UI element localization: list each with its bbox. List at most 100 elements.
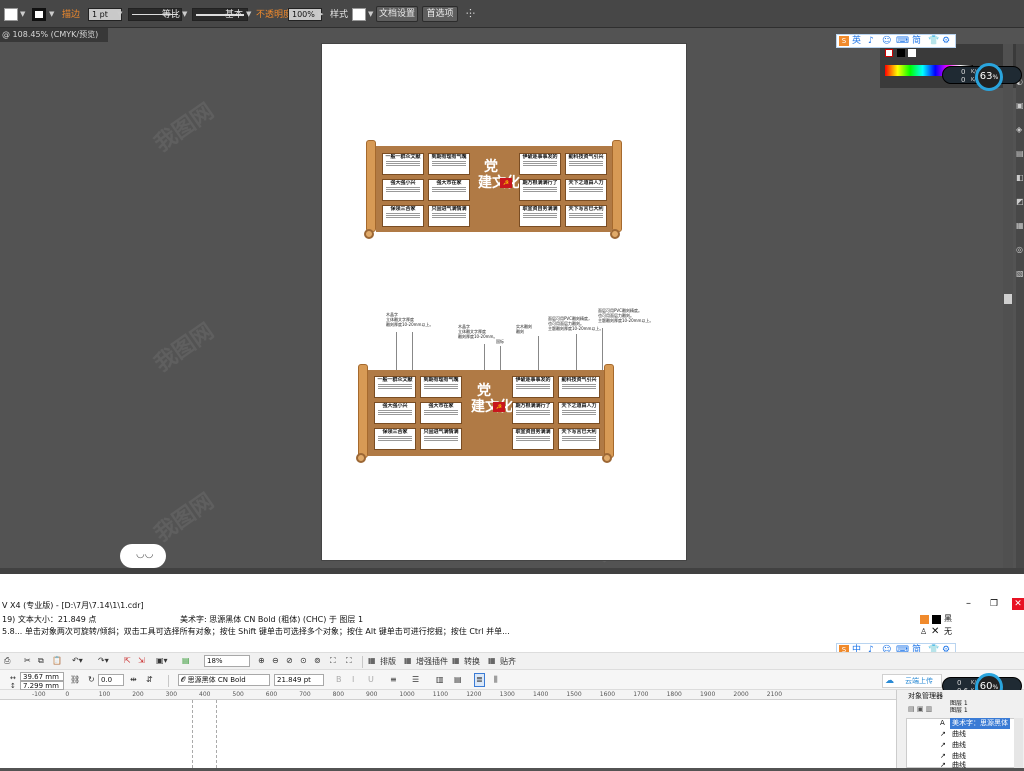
style-dropdown-icon[interactable]: ▼: [368, 9, 376, 19]
export-icon[interactable]: ⇲: [138, 655, 145, 667]
vertical-scrollbar[interactable]: [1003, 44, 1013, 569]
no-outline-icon[interactable]: ✕: [931, 626, 939, 638]
card: 职宣资自务满满: [519, 205, 561, 227]
lock-ratio-icon[interactable]: ⛓: [70, 674, 80, 686]
mirror-horizontal-icon[interactable]: ⇹: [130, 674, 137, 686]
font-size-select[interactable]: 21.849 pt: [274, 674, 324, 686]
menu-snap[interactable]: 贴齐: [500, 656, 516, 668]
none-color-icon[interactable]: [885, 49, 893, 57]
vertical-text-icon[interactable]: ⫼: [494, 674, 498, 686]
ime-settings-icon[interactable]: ⚙: [942, 35, 950, 47]
close-icon[interactable]: ✕: [1012, 598, 1024, 610]
graphic-style-swatch[interactable]: [352, 8, 366, 21]
font-family-select[interactable]: 𝓞 思源黑体 CN Bold: [178, 674, 270, 686]
memory-dial[interactable]: 63%: [975, 63, 1003, 91]
italic-icon[interactable]: I: [352, 674, 354, 686]
guide-line[interactable]: [216, 700, 217, 768]
zoom-all-icon[interactable]: ⊙: [300, 655, 307, 667]
zoom-selected-icon[interactable]: ⊘: [286, 655, 293, 667]
paste-icon[interactable]: 📋: [52, 655, 62, 667]
ime-skin-icon[interactable]: 👕: [928, 35, 939, 47]
cut-icon[interactable]: ✂: [24, 655, 31, 667]
print-icon[interactable]: ⎙: [4, 655, 10, 667]
fill-swatch[interactable]: [4, 8, 18, 21]
guide-line[interactable]: [192, 700, 193, 768]
restore-icon[interactable]: ❐: [990, 598, 998, 610]
ruler-tick-label: 400: [199, 691, 211, 698]
publish-pdf-icon[interactable]: ▣▾: [156, 655, 168, 667]
layer-name[interactable]: 图层 1: [950, 700, 968, 707]
ruler-tick-label: 900: [366, 691, 378, 698]
undo-icon[interactable]: ↶▾: [72, 655, 83, 667]
stroke-weight-dropdown-icon[interactable]: ▼: [117, 9, 125, 19]
preferences-button[interactable]: 首选项: [422, 6, 458, 22]
ime-simplified[interactable]: 简: [912, 35, 921, 47]
white-swatch[interactable]: [908, 49, 916, 57]
object-tree-scrollbar[interactable]: [1014, 718, 1023, 768]
more-options-icon[interactable]: ⸭: [466, 8, 475, 20]
upload-button[interactable]: ☁ 云端上传: [882, 674, 942, 688]
edit-text-icon[interactable]: ▤: [454, 674, 462, 686]
scrollbar-thumb[interactable]: [1004, 294, 1012, 304]
char-format-icon[interactable]: ▥: [436, 674, 444, 686]
redo-icon[interactable]: ↷▾: [98, 655, 109, 667]
menu-convert[interactable]: 转换: [464, 656, 480, 668]
ime-punctuation-icon[interactable]: ♪: [868, 35, 874, 47]
card: 天下写言已大利: [558, 428, 600, 450]
fill-color-swatch[interactable]: [932, 615, 941, 624]
curve-icon: ↗: [940, 761, 946, 769]
menu-layout[interactable]: 排版: [380, 656, 396, 668]
ruler-tick-label: 500: [232, 691, 244, 698]
height-field[interactable]: 7.299 mm: [20, 681, 64, 690]
stroke-label[interactable]: 描边: [62, 9, 80, 21]
upload-speed: 0: [957, 679, 962, 687]
import-icon[interactable]: ⇱: [124, 655, 131, 667]
document-setup-button[interactable]: 文档设置: [376, 6, 418, 22]
minimize-icon[interactable]: –: [966, 598, 971, 610]
zoom-in-icon[interactable]: ⊕: [258, 655, 265, 667]
width-field[interactable]: 39.67 mm: [20, 672, 64, 681]
profile-dropdown-icon[interactable]: ▼: [182, 9, 190, 19]
zoom-width-icon[interactable]: ⛶: [330, 655, 336, 667]
object-row[interactable]: 曲线: [952, 729, 966, 740]
ime-keyboard-icon[interactable]: ⌨: [896, 35, 909, 47]
horizontal-text-icon[interactable]: ≣: [474, 673, 485, 687]
black-swatch[interactable]: [897, 49, 905, 57]
ime-emoji-icon[interactable]: ☺: [882, 35, 891, 47]
ime-toolbar[interactable]: S 英 ♪ ☺ ⌨ 简 👕 ⚙: [836, 34, 956, 48]
opacity-field[interactable]: 100%: [288, 8, 322, 21]
panel-icons[interactable]: ◐ ▣ ◈ ▤ ◧ ◩ ▦ ◎ ▧: [1016, 70, 1024, 286]
align-icon[interactable]: ≡: [390, 674, 397, 686]
opacity-label[interactable]: 不透明度: [256, 9, 292, 21]
mirror-vertical-icon[interactable]: ⇵: [146, 674, 153, 686]
scroll-rod-right: [604, 364, 614, 458]
card: 职宣资自务满满: [512, 428, 554, 450]
card: 天下之道由人力: [565, 179, 607, 201]
menu-plugins[interactable]: 增强插件: [416, 656, 448, 668]
zoom-out-icon[interactable]: ⊖: [272, 655, 279, 667]
layer-name[interactable]: 图层 1: [950, 707, 968, 714]
copy-icon[interactable]: ⧉: [38, 655, 44, 667]
zoom-level-select[interactable]: 18%: [204, 655, 250, 667]
app-launcher-icon[interactable]: ▤: [182, 655, 190, 667]
fill-dropdown-icon[interactable]: ▼: [20, 9, 28, 19]
card: 强大强小兴: [382, 179, 424, 201]
zoom-height-icon[interactable]: ⛶: [346, 655, 352, 667]
brush-dropdown-icon[interactable]: ▼: [246, 9, 254, 19]
bold-icon[interactable]: B: [336, 674, 342, 686]
document-tab[interactable]: @ 108.45% (CMYK/预览): [0, 28, 108, 42]
artboard[interactable]: [322, 44, 686, 560]
angle-field[interactable]: 0.0: [98, 674, 124, 686]
stroke-dropdown-icon[interactable]: ▼: [49, 9, 57, 19]
object-manager-toolbar-icons[interactable]: ▤ ▣ ▥: [908, 704, 932, 715]
zoom-page-icon[interactable]: ⊚: [314, 655, 321, 667]
stroke-swatch[interactable]: [32, 8, 46, 21]
ime-language[interactable]: 英: [852, 35, 861, 47]
scroll-rod-right: [612, 140, 622, 232]
bullet-icon[interactable]: ☰: [412, 674, 419, 686]
object-row-selected[interactable]: 美术字：思源黑体: [950, 718, 1010, 729]
opacity-dropdown-icon[interactable]: ▶: [318, 9, 326, 19]
object-row[interactable]: 曲线: [952, 760, 966, 771]
underline-icon[interactable]: U: [368, 674, 374, 686]
object-row[interactable]: 曲线: [952, 740, 966, 751]
